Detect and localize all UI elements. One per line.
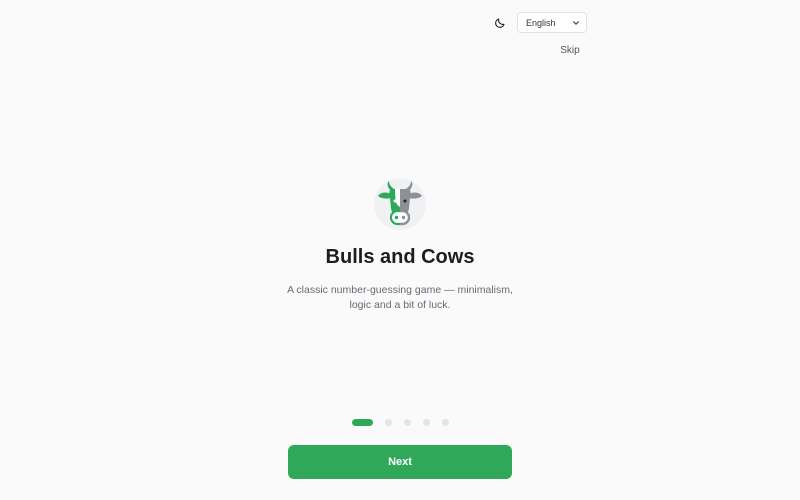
onboarding-screen: English Skip Bulls and Cows A classic nu… bbox=[0, 0, 800, 500]
pagination-dot-4[interactable] bbox=[422, 419, 430, 426]
pagination-dots bbox=[0, 419, 800, 426]
moon-icon bbox=[495, 18, 505, 28]
slide-content: Bulls and Cows A classic number-guessing… bbox=[0, 178, 800, 313]
skip-button[interactable]: Skip bbox=[553, 45, 587, 56]
chevron-down-icon bbox=[572, 19, 580, 27]
bull-cow-icon bbox=[374, 178, 426, 230]
slide-title: Bulls and Cows bbox=[325, 246, 475, 268]
top-bar: English bbox=[0, 12, 800, 34]
language-select[interactable]: English bbox=[517, 12, 587, 33]
slide-subtitle: A classic number-guessing game — minimal… bbox=[287, 284, 513, 311]
pagination-dot-1[interactable] bbox=[351, 419, 373, 426]
pagination-dot-2[interactable] bbox=[384, 419, 392, 426]
next-button[interactable]: Next bbox=[288, 445, 512, 479]
language-select-value: English bbox=[526, 17, 556, 28]
pagination-dot-5[interactable] bbox=[441, 419, 449, 426]
theme-toggle-button[interactable] bbox=[489, 12, 511, 34]
pagination-dot-3[interactable] bbox=[403, 419, 411, 426]
